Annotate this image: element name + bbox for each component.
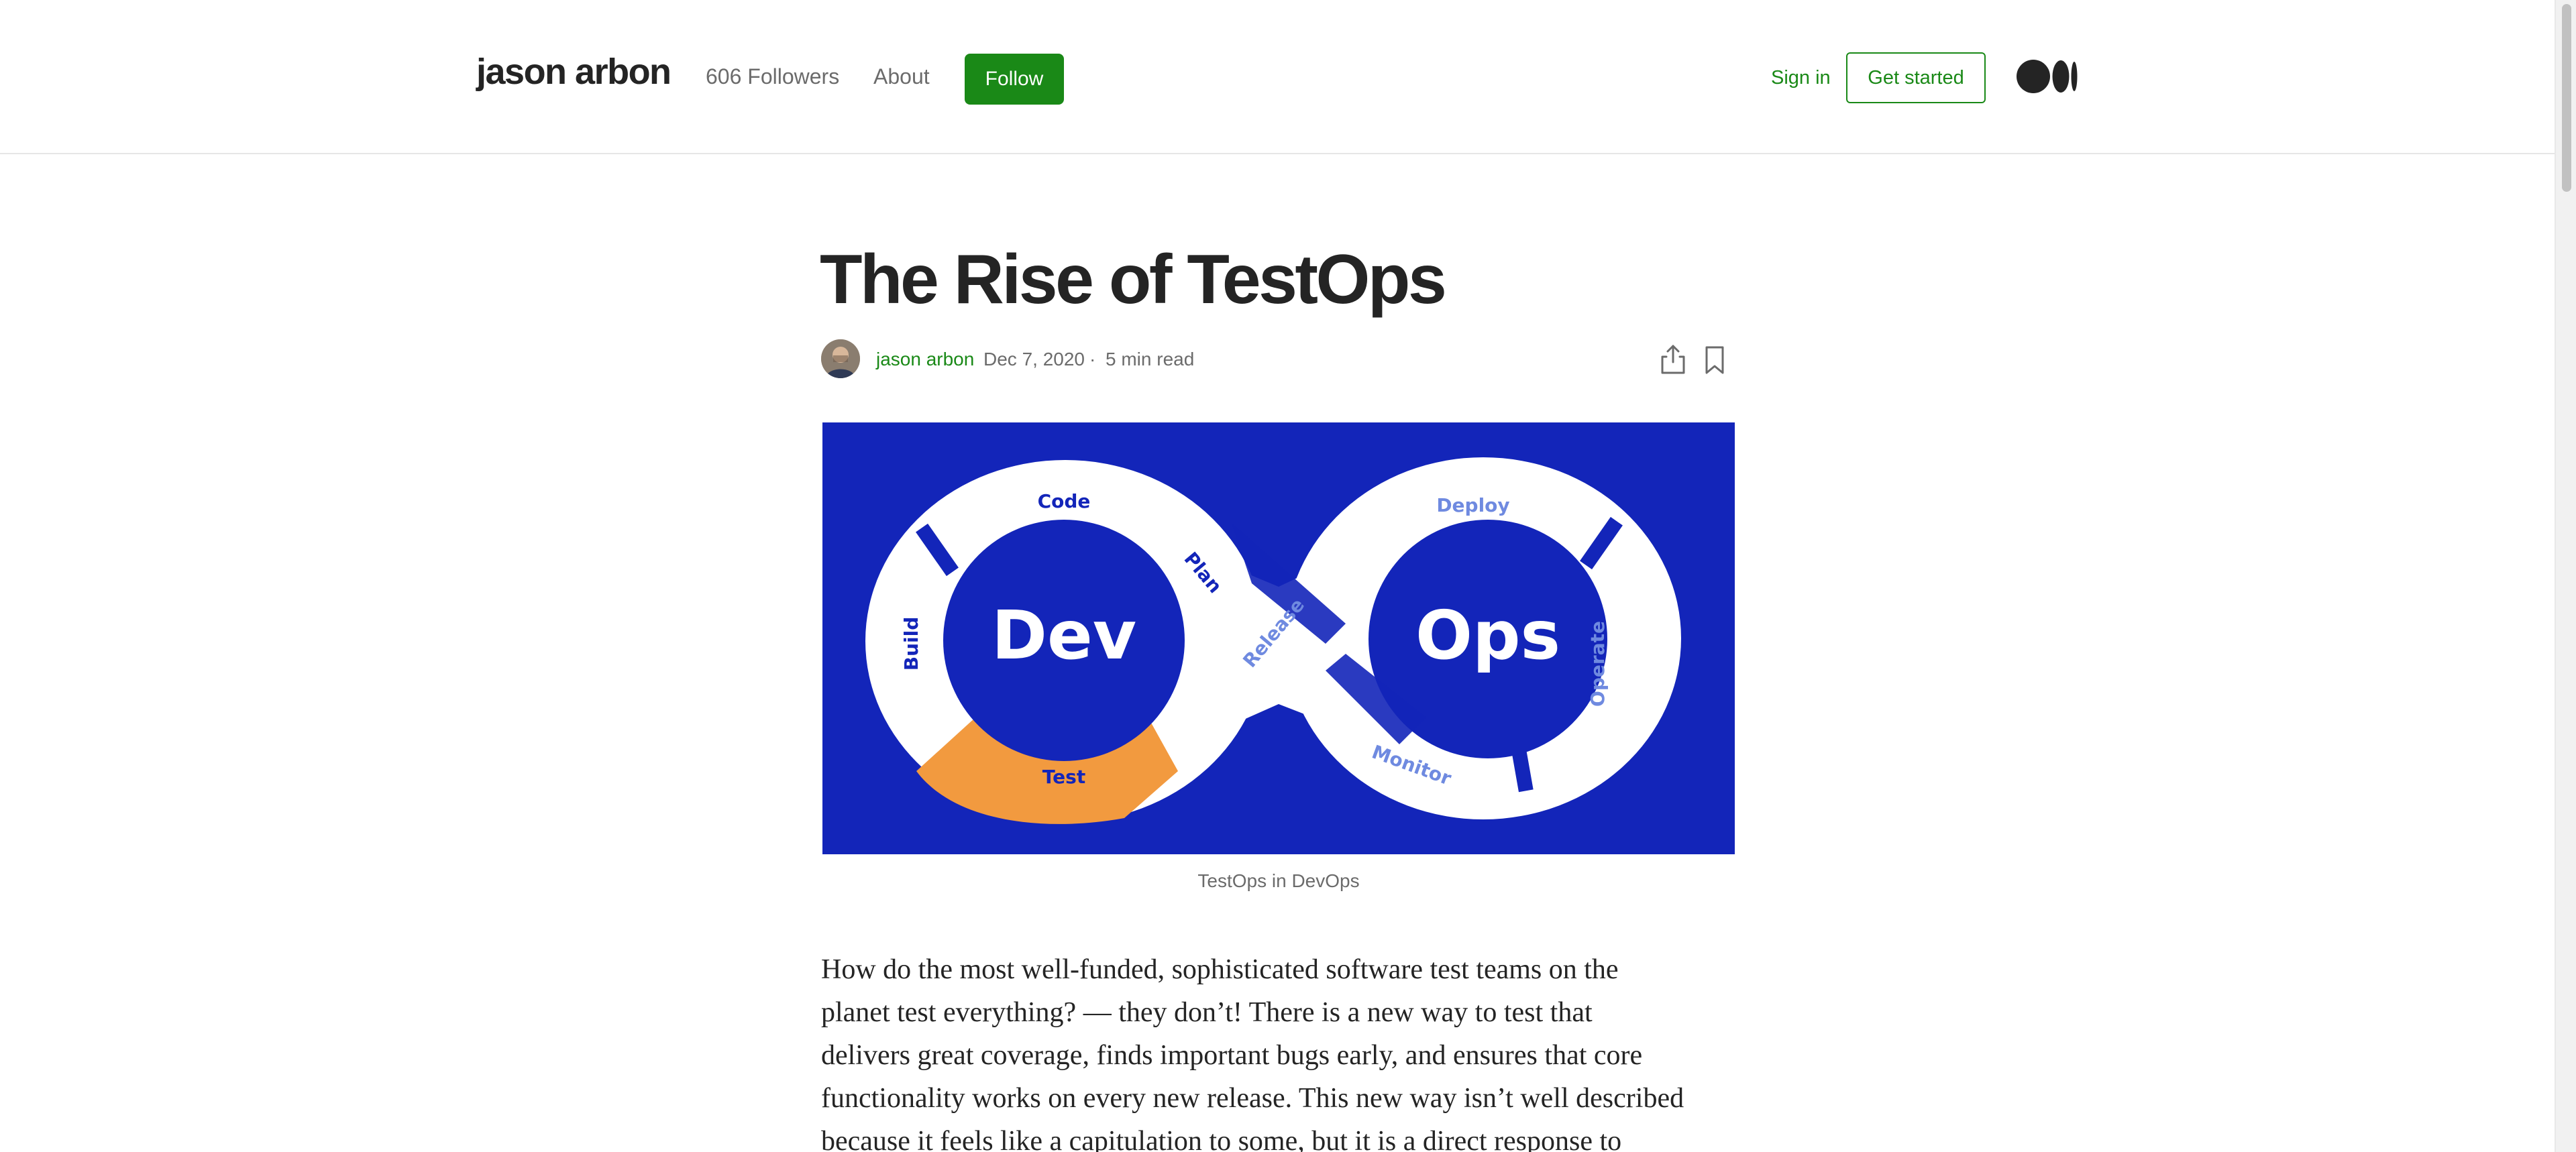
hero-label-deploy: Deploy: [1436, 494, 1509, 516]
hero-label-dev: Dev: [991, 596, 1136, 675]
article-title: The Rise of TestOps: [820, 241, 1447, 319]
author-avatar[interactable]: [821, 339, 860, 378]
body-line: planet test everything? — they don’t! Th…: [821, 997, 1593, 1028]
hero-image-devops-loop: Dev Ops Code Test Build Plan Release Dep…: [822, 422, 1735, 854]
bookmark-icon[interactable]: [1703, 345, 1727, 376]
medium-logo-icon[interactable]: [2017, 59, 2078, 94]
sign-in-link[interactable]: Sign in: [1771, 66, 1831, 90]
article-body-paragraph: How do the most well-funded, sophisticat…: [821, 948, 1740, 1152]
author-name-link[interactable]: jason arbon: [876, 347, 974, 371]
hero-label-ops: Ops: [1415, 596, 1560, 675]
hero-label-code: Code: [1038, 490, 1091, 512]
hero-label-operate: Operate: [1587, 621, 1609, 707]
body-line: delivers great coverage, finds important…: [821, 1040, 1643, 1071]
body-line: because it feels like a capitulation to …: [821, 1126, 1622, 1152]
publication-brand-link[interactable]: jason arbon: [476, 48, 672, 95]
image-caption: TestOps in DevOps: [1197, 870, 1360, 891]
read-time: 5 min read: [1106, 349, 1195, 369]
meta-separator: ·: [1089, 349, 1096, 369]
share-icon[interactable]: [1658, 343, 1688, 376]
page-scrollbar[interactable]: [2555, 0, 2576, 1152]
top-header: jason arbon 606 Followers About Follow S…: [0, 0, 2555, 154]
get-started-button[interactable]: Get started: [1846, 52, 1986, 103]
hero-label-build: Build: [900, 617, 922, 671]
body-line: How do the most well-funded, sophisticat…: [821, 954, 1619, 985]
about-link[interactable]: About: [873, 63, 930, 90]
publish-date: Dec 7, 2020: [983, 349, 1085, 369]
scrollbar-thumb[interactable]: [2562, 4, 2571, 192]
body-line: functionality works on every new release…: [821, 1083, 1684, 1114]
hero-label-test: Test: [1042, 766, 1085, 788]
followers-link[interactable]: 606 Followers: [706, 63, 839, 90]
follow-button[interactable]: Follow: [965, 54, 1064, 105]
